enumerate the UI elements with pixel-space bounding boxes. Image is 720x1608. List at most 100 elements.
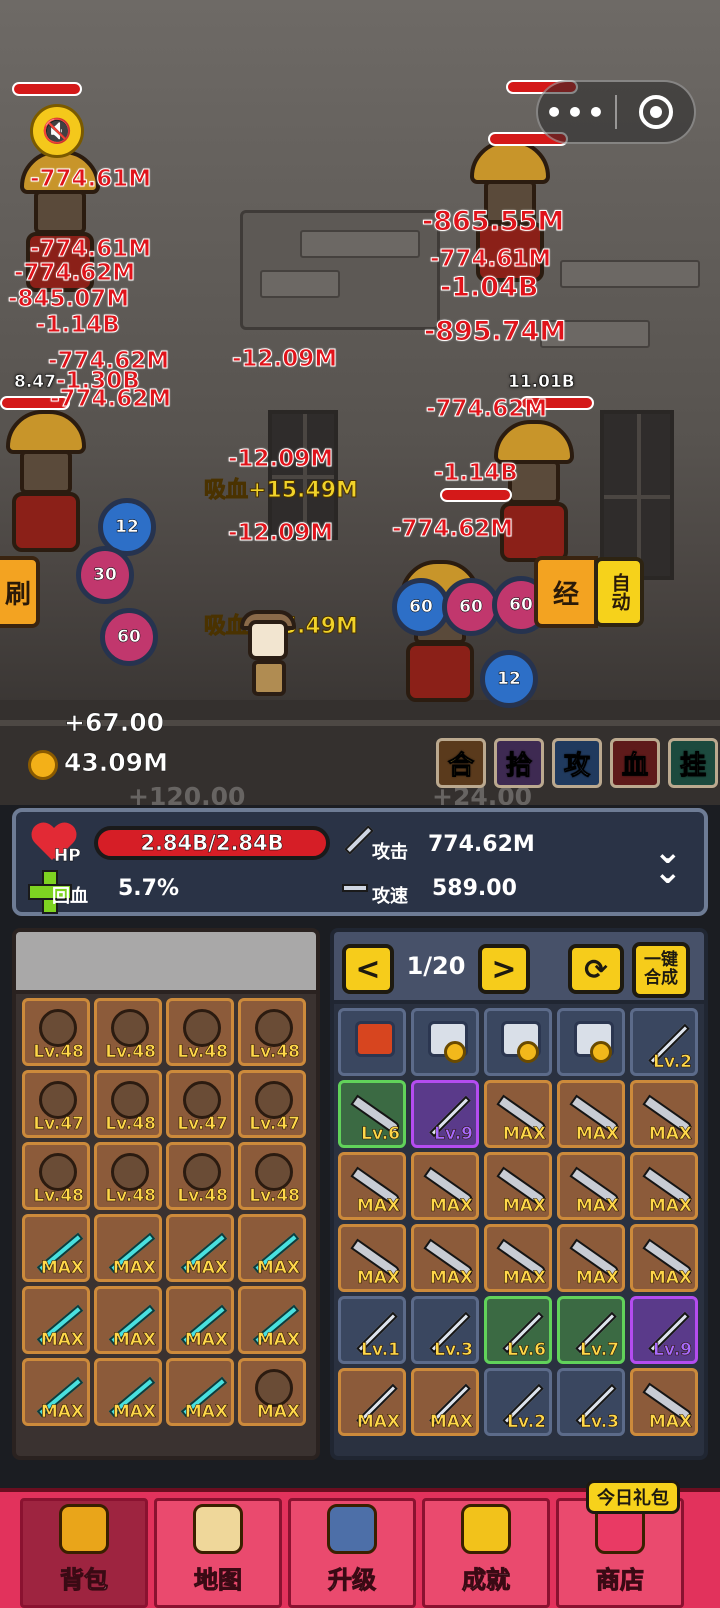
inventory-slot[interactable]: MAX — [484, 1152, 552, 1220]
equipment-slot[interactable]: MAX — [94, 1214, 162, 1282]
equipment-slot[interactable]: MAX — [94, 1286, 162, 1354]
inventory-slot[interactable]: Lv.2 — [484, 1368, 552, 1436]
inventory-slot[interactable]: Lv.6 — [484, 1296, 552, 1364]
equipment-slot[interactable]: Lv.48 — [94, 998, 162, 1066]
inventory-slot[interactable] — [411, 1008, 479, 1076]
equipment-slot[interactable]: MAX — [166, 1358, 234, 1426]
inventory-slot[interactable]: MAX — [411, 1224, 479, 1292]
merge-all-button[interactable]: 一键合成 — [632, 942, 690, 998]
inventory-slot[interactable]: MAX — [484, 1224, 552, 1292]
wall-brick — [300, 230, 420, 258]
speaker-muted-icon[interactable]: 🔇 — [30, 104, 84, 158]
inventory-slot[interactable]: MAX — [630, 1224, 698, 1292]
inventory-slot[interactable]: Lv.3 — [557, 1368, 625, 1436]
slot-level: MAX — [256, 1258, 301, 1279]
equipment-slot[interactable]: Lv.48 — [166, 998, 234, 1066]
tab-shop[interactable]: 商店 — [556, 1498, 684, 1608]
damage-number: -12.09M — [231, 346, 338, 373]
slot-level: Lv.48 — [177, 1186, 228, 1207]
equipment-slot[interactable]: MAX — [238, 1214, 306, 1282]
enemy-label: 11.01B — [508, 372, 575, 393]
damage-number: -865.55M — [421, 206, 565, 238]
slot-level: MAX — [112, 1330, 157, 1351]
auto-button[interactable]: 自动 — [594, 557, 644, 627]
equipment-slot[interactable]: Lv.48 — [94, 1070, 162, 1138]
gold-coin-icon — [28, 750, 58, 780]
inventory-slot[interactable]: Lv.1 — [338, 1296, 406, 1364]
equipment-header — [16, 932, 316, 994]
equipment-slot[interactable]: Lv.48 — [94, 1142, 162, 1210]
refresh-side-button[interactable]: 刷 — [0, 556, 40, 628]
equipment-slot[interactable]: Lv.48 — [238, 998, 306, 1066]
refresh-icon[interactable]: ⟳ — [568, 944, 624, 994]
inventory-slot[interactable]: Lv.9 — [630, 1296, 698, 1364]
enemy-samurai[interactable] — [6, 410, 86, 552]
equipment-slot[interactable]: MAX — [166, 1214, 234, 1282]
tab-label: 商店 — [596, 1566, 645, 1595]
slot-level: MAX — [40, 1402, 85, 1423]
daily-gift-badge[interactable]: 今日礼包 — [586, 1480, 680, 1514]
inventory-slot[interactable]: MAX — [630, 1152, 698, 1220]
equipment-slot[interactable]: Lv.47 — [238, 1070, 306, 1138]
skill-pickup-button[interactable]: 拾 — [494, 738, 544, 788]
damage-number: -774.62M — [391, 516, 514, 543]
damage-number: -774.61M — [429, 246, 552, 273]
gain-text: +67.00 — [64, 708, 165, 738]
skill-blood-button[interactable]: 血 — [610, 738, 660, 788]
equipment-slot[interactable]: Lv.48 — [166, 1142, 234, 1210]
double-chevron-down-icon[interactable]: ⌄ ⌄ — [654, 835, 683, 889]
chevron-left-icon[interactable]: < — [342, 944, 394, 994]
equipment-slot[interactable]: Lv.48 — [22, 1142, 90, 1210]
inventory-slot[interactable] — [338, 1008, 406, 1076]
inventory-header: < 1/20 > ⟳ 一键合成 — [334, 932, 704, 1004]
inventory-slot[interactable] — [557, 1008, 625, 1076]
equipment-slot[interactable]: MAX — [22, 1358, 90, 1426]
equipment-slot[interactable]: Lv.48 — [238, 1142, 306, 1210]
equipment-slot[interactable]: MAX — [238, 1358, 306, 1426]
inventory-slot[interactable]: MAX — [630, 1368, 698, 1436]
inventory-slot[interactable]: MAX — [338, 1368, 406, 1436]
slot-level: MAX — [429, 1196, 474, 1217]
inventory-slot[interactable] — [484, 1008, 552, 1076]
inventory-slot[interactable]: MAX — [557, 1152, 625, 1220]
inventory-slot[interactable]: MAX — [338, 1152, 406, 1220]
inventory-slot[interactable]: Lv.7 — [557, 1296, 625, 1364]
coin-bubble[interactable]: 60 — [100, 608, 158, 666]
slot-level: MAX — [256, 1402, 301, 1423]
equipment-slot[interactable]: Lv.47 — [166, 1070, 234, 1138]
inventory-slot[interactable]: Lv.2 — [630, 1008, 698, 1076]
equipment-slot[interactable]: MAX — [238, 1286, 306, 1354]
equipment-slot[interactable]: MAX — [166, 1286, 234, 1354]
game-screen: -774.61M -774.61M -774.62M -845.07M -1.1… — [0, 0, 720, 1608]
skill-idle-button[interactable]: 挂 — [668, 738, 718, 788]
chevron-right-icon[interactable]: > — [478, 944, 530, 994]
inventory-slot[interactable]: Lv.3 — [411, 1296, 479, 1364]
equipment-slot[interactable]: MAX — [94, 1358, 162, 1426]
coin-bubble[interactable]: 12 — [480, 650, 538, 708]
tab-map[interactable]: 地图 — [154, 1498, 282, 1608]
equipment-slot[interactable]: MAX — [22, 1286, 90, 1354]
inventory-slot[interactable]: MAX — [411, 1152, 479, 1220]
side-button[interactable]: 经 — [534, 556, 598, 628]
equipment-slot[interactable]: Lv.48 — [22, 998, 90, 1066]
skill-attack-button[interactable]: 攻 — [552, 738, 602, 788]
tab-robot[interactable]: 升级 — [288, 1498, 416, 1608]
equipment-slot[interactable]: Lv.47 — [22, 1070, 90, 1138]
inventory-slot[interactable]: MAX — [411, 1368, 479, 1436]
coin-bubble[interactable]: 30 — [76, 546, 134, 604]
inventory-slot[interactable]: MAX — [338, 1224, 406, 1292]
tab-bag[interactable]: 背包 — [20, 1498, 148, 1608]
inventory-slot[interactable]: MAX — [557, 1224, 625, 1292]
target-circle-icon[interactable] — [617, 95, 694, 129]
slot-level: Lv.2 — [653, 1052, 692, 1073]
lifesteal-text: 吸血+15.49M — [204, 478, 359, 504]
skill-merge-button[interactable]: 合 — [436, 738, 486, 788]
more-dots-icon[interactable]: ••• — [538, 96, 615, 129]
equipment-slot[interactable]: MAX — [22, 1214, 90, 1282]
inventory-slot[interactable]: Lv.6 — [338, 1080, 406, 1148]
inventory-slot[interactable]: Lv.9 — [411, 1080, 479, 1148]
inventory-slot[interactable]: MAX — [484, 1080, 552, 1148]
tab-trophy[interactable]: 成就 — [422, 1498, 550, 1608]
inventory-slot[interactable]: MAX — [557, 1080, 625, 1148]
inventory-slot[interactable]: MAX — [630, 1080, 698, 1148]
